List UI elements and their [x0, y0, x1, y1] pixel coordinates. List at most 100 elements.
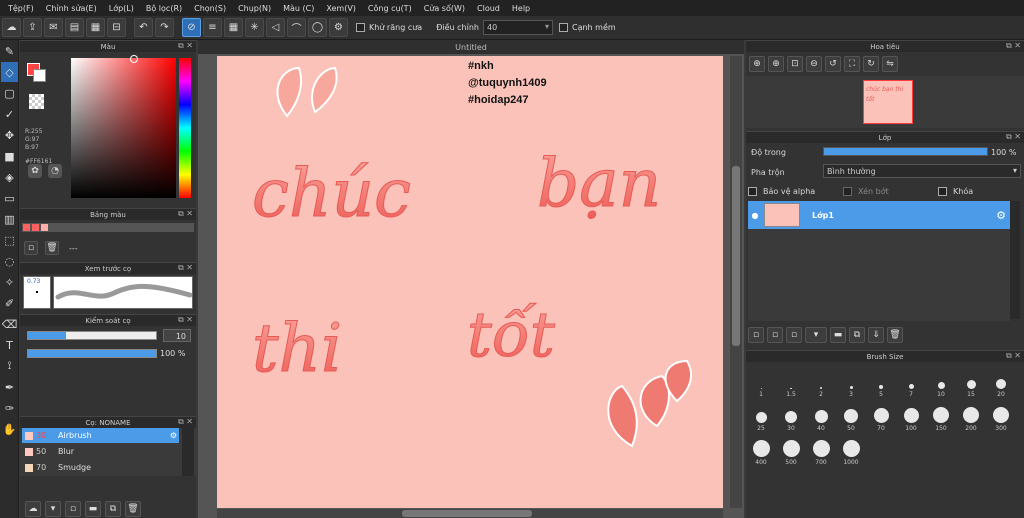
menu-file[interactable]: Tệp(F) [2, 4, 40, 13]
navigator-view[interactable]: chúc bạn thi tốt [746, 76, 1024, 128]
bucket-icon[interactable]: ◈ [1, 167, 18, 187]
palette-swatch-1[interactable] [23, 224, 30, 231]
trash-icon[interactable]: 🗑 [125, 501, 141, 517]
folder-icon[interactable]: ▬ [830, 327, 846, 343]
vanishing-point-icon[interactable]: ◁ [266, 18, 285, 37]
cloud-brush-icon[interactable]: ☁ [25, 501, 41, 517]
rect-icon[interactable]: ▢ [1, 83, 18, 103]
fit-icon[interactable]: ⊡ [787, 56, 803, 72]
brush-size-option[interactable]: 1000 [836, 432, 866, 466]
palette-swatch-3[interactable] [41, 224, 48, 231]
brush-size-value[interactable]: 10 [163, 329, 191, 342]
saturation-value-picker[interactable] [71, 58, 176, 198]
hue-slider[interactable] [179, 58, 191, 198]
brush-size-option[interactable]: 150 [926, 398, 956, 432]
color-cursor-icon[interactable] [130, 55, 138, 63]
select-eraser-icon[interactable]: ⌫ [1, 314, 18, 334]
radial-snap-icon[interactable]: ✳ [245, 18, 264, 37]
rotate-right-icon[interactable]: ↻ [863, 56, 879, 72]
folder-icon[interactable]: ▬ [85, 501, 101, 517]
brush-size-option[interactable]: 70 [866, 398, 896, 432]
cloud-icon[interactable]: ☁ [2, 18, 21, 37]
text-cursor-icon[interactable]: ▥ [1, 209, 18, 229]
ellipse-snap-icon[interactable]: ◯ [308, 18, 327, 37]
menu-filter[interactable]: Bộ lọc(R) [140, 4, 188, 13]
brush-list-scrollbar[interactable] [182, 428, 194, 476]
antialias-checkbox[interactable] [356, 23, 365, 32]
eyedropper-icon[interactable]: ✒ [1, 377, 18, 397]
menu-select[interactable]: Chọn(S) [188, 4, 232, 13]
transparent-swatch[interactable] [29, 94, 44, 109]
select-pen-icon[interactable]: ✐ [1, 293, 18, 313]
duplicate-icon[interactable]: ⧉ [105, 501, 121, 517]
delete-palette-icon[interactable]: 🗑 [45, 241, 59, 255]
divide-icon[interactable]: ⟟ [1, 356, 18, 376]
gradient-icon[interactable]: ▭ [1, 188, 18, 208]
brush-size-option[interactable]: 1 [746, 364, 776, 398]
rotate-left-icon[interactable]: ↺ [825, 56, 841, 72]
undo-icon[interactable]: ↶ [134, 18, 153, 37]
fullscreen-icon[interactable]: ⛶ [844, 56, 860, 72]
gear-icon[interactable]: ⚙ [996, 209, 1006, 222]
menu-layer[interactable]: Lớp(L) [103, 4, 140, 13]
delete-layer-icon[interactable]: 🗑 [887, 327, 903, 343]
no-snap-icon[interactable]: ⊘ [182, 18, 201, 37]
new-layer-icon[interactable]: ▫ [748, 327, 764, 343]
export-icon[interactable]: ⇪ [23, 18, 42, 37]
new-layer-3-icon[interactable]: ▫ [786, 327, 802, 343]
brush-size-slider[interactable] [27, 331, 157, 340]
brush-size-option[interactable]: 40 [806, 398, 836, 432]
grid-snap-icon[interactable]: ▦ [224, 18, 243, 37]
curve-snap-icon[interactable]: ⌒ [287, 18, 306, 37]
clip-checkbox[interactable] [843, 187, 852, 196]
brush-size-option[interactable]: 100 [896, 398, 926, 432]
menu-cloud[interactable]: Cloud [471, 4, 506, 13]
merge-layer-icon[interactable]: ⇓ [868, 327, 884, 343]
new-layer-2-icon[interactable]: ▫ [767, 327, 783, 343]
magic-wand-icon[interactable]: ✧ [1, 272, 18, 292]
document-icon[interactable]: ▦ [86, 18, 105, 37]
brush-size-option[interactable]: 200 [956, 398, 986, 432]
redo-icon[interactable]: ↷ [155, 18, 174, 37]
menu-help[interactable]: Help [506, 4, 536, 13]
duplicate-layer-icon[interactable]: ⧉ [849, 327, 865, 343]
blend-mode-select[interactable]: Bình thường ▾ [823, 164, 1021, 178]
protect-alpha-checkbox[interactable] [748, 187, 757, 196]
canvas-scrollbar-v[interactable] [730, 56, 742, 508]
menu-window[interactable]: Cửa số(W) [418, 4, 471, 13]
eraser-icon[interactable]: ◇ [1, 62, 18, 82]
save-icon[interactable]: ▤ [65, 18, 84, 37]
menu-capture[interactable]: Chụp(N) [232, 4, 277, 13]
hand-icon[interactable]: ✋ [1, 419, 18, 439]
menu-edit[interactable]: Chỉnh sửa(E) [40, 4, 103, 13]
brush-size-option[interactable]: 7 [896, 364, 926, 398]
color-picker-icon[interactable]: ◔ [48, 164, 62, 178]
document-tab[interactable]: Untitled [198, 40, 744, 54]
gear-icon[interactable]: ⚙ [170, 431, 177, 440]
lasso-icon[interactable]: ◌ [1, 251, 18, 271]
add-layer-dropdown-icon[interactable]: ▾ [805, 327, 827, 343]
brush-size-option[interactable]: 300 [986, 398, 1016, 432]
move-icon[interactable]: ✥ [1, 125, 18, 145]
snap-settings-icon[interactable]: ⚙ [329, 18, 348, 37]
layer-row[interactable]: ● Lớp1 ⚙ [748, 201, 1010, 229]
copy-brush-icon[interactable]: ▫ [65, 501, 81, 517]
brush-size-option[interactable]: 2 [806, 364, 836, 398]
brush-size-option[interactable]: 50 [836, 398, 866, 432]
adjust-select[interactable]: 40 [482, 20, 553, 35]
brush-size-option[interactable]: 15 [956, 364, 986, 398]
add-brush-icon[interactable]: ▾ [45, 501, 61, 517]
zoom-in-icon[interactable]: ⊕ [749, 56, 765, 72]
zoom-in-2-icon[interactable]: ⊕ [768, 56, 784, 72]
select-icon[interactable]: ⬚ [1, 230, 18, 250]
lock-checkbox[interactable] [938, 187, 947, 196]
menu-color[interactable]: Màu (C) [277, 4, 320, 13]
eye-icon[interactable]: ● [748, 211, 762, 220]
comment-icon[interactable]: ✉ [44, 18, 63, 37]
canvas-scrollbar-h[interactable] [217, 509, 723, 518]
pen-icon[interactable]: ✓ [1, 104, 18, 124]
brush-size-option[interactable]: 400 [746, 432, 776, 466]
scroll-thumb[interactable] [402, 510, 532, 517]
export-png-icon[interactable]: ⊟ [107, 18, 126, 37]
brush-icon[interactable]: ✎ [1, 41, 18, 61]
